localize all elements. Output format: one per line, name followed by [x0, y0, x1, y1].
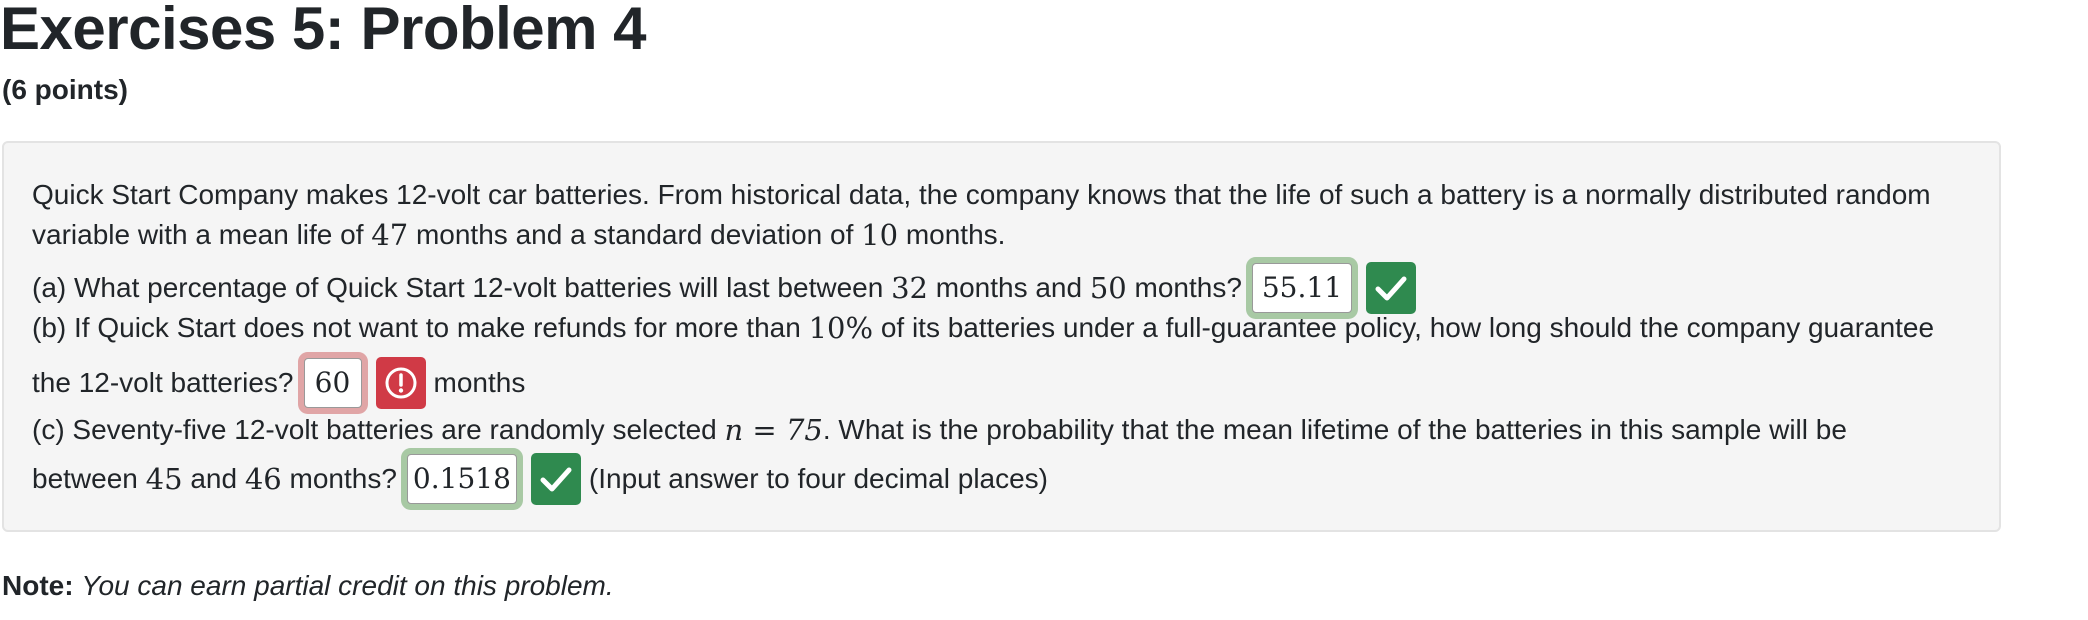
- part-c-text-c: between: [32, 463, 146, 494]
- part-c-line-1: (c) Seventy-five 12-volt batteries are r…: [32, 410, 1847, 450]
- part-c-low: 45: [145, 462, 183, 496]
- part-c-text-a: (c) Seventy-five 12-volt batteries are r…: [32, 414, 725, 445]
- part-b-text-c: the 12-volt batteries?: [32, 367, 294, 398]
- mean-value: 47: [371, 218, 409, 252]
- part-a-low: 32: [891, 271, 928, 305]
- part-a-correct-badge[interactable]: [1365, 262, 1416, 314]
- intro-text-2b: months and a standard deviation of: [408, 219, 862, 250]
- part-b-line-1: (b) If Quick Start does not want to make…: [32, 308, 1934, 348]
- part-b-incorrect-badge[interactable]: [375, 357, 426, 409]
- part-c-correct-badge[interactable]: [530, 453, 581, 505]
- part-c-answer-input[interactable]: 0.1518: [406, 454, 517, 504]
- problem-panel: Quick Start Company makes 12-volt car ba…: [2, 141, 2001, 532]
- part-c-line-2: between 45 and 46 months? 0.1518 (Input …: [32, 449, 1048, 509]
- problem-intro-line-1: Quick Start Company makes 12-volt car ba…: [32, 175, 1931, 215]
- part-a-high: 50: [1089, 271, 1127, 305]
- part-c-text-b: . What is the probability that the mean …: [822, 414, 1847, 445]
- note-label: Note:: [2, 570, 74, 601]
- part-b-percent: 10%: [808, 311, 874, 345]
- part-c-text-e: months?: [281, 463, 397, 494]
- part-a-text-c: months?: [1126, 272, 1242, 303]
- intro-text-1: Quick Start Company makes 12-volt car ba…: [32, 179, 1931, 210]
- check-icon: [1375, 276, 1407, 301]
- exclamation-circle-icon: [385, 367, 416, 399]
- part-b-text-b: of its batteries under a full-guarantee …: [873, 312, 1935, 343]
- problem-intro-line-2: variable with a mean life of 47 months a…: [32, 215, 1005, 255]
- part-b-text-a: (b) If Quick Start does not want to make…: [32, 312, 809, 343]
- part-c-text-d: and: [182, 463, 245, 494]
- part-c-n-expression: n = 75: [724, 413, 823, 447]
- part-a-answer-input[interactable]: 55.11: [1251, 263, 1352, 313]
- part-b-answer-input[interactable]: 60: [303, 358, 362, 408]
- part-b-unit: months: [433, 367, 526, 398]
- part-a-text-a: (a) What percentage of Quick Start 12-vo…: [32, 272, 892, 303]
- note-text: You can earn partial credit on this prob…: [81, 570, 614, 601]
- sd-value: 10: [861, 218, 899, 252]
- intro-text-2a: variable with a mean life of: [32, 219, 372, 250]
- page-title: Exercises 5: Problem 4: [0, 0, 647, 62]
- part-b-line-2: the 12-volt batteries? 60 months: [32, 353, 525, 413]
- part-a-text-b: months and: [927, 272, 1090, 303]
- part-c-high: 46: [244, 462, 282, 496]
- intro-text-2c: months.: [898, 219, 1006, 250]
- check-icon: [540, 467, 572, 492]
- note: Note: You can earn partial credit on thi…: [2, 568, 614, 604]
- points-label: (6 points): [2, 74, 128, 105]
- part-c-hint: (Input answer to four decimal places): [588, 463, 1049, 494]
